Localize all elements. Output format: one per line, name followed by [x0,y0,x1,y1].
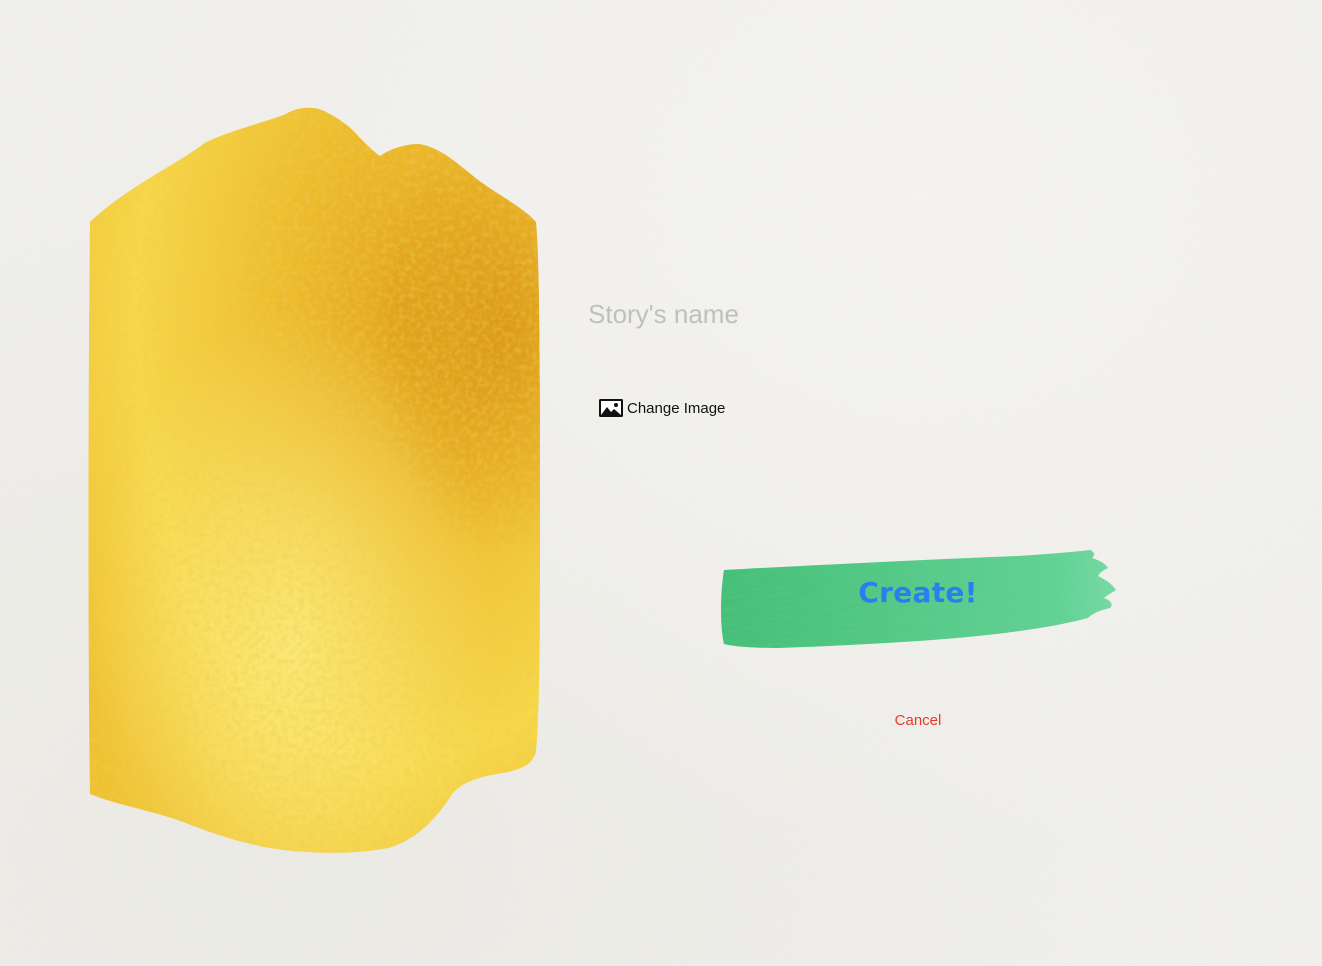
change-image-button[interactable]: Change Image [598,396,725,420]
story-name-input[interactable] [586,296,1010,332]
photo-icon [599,399,623,417]
story-cover-image [88,107,540,853]
change-image-label: Change Image [627,399,726,417]
cancel-button[interactable]: Cancel [868,712,968,729]
create-label: Create! [858,576,978,609]
create-button[interactable]: Create! [718,546,1118,650]
